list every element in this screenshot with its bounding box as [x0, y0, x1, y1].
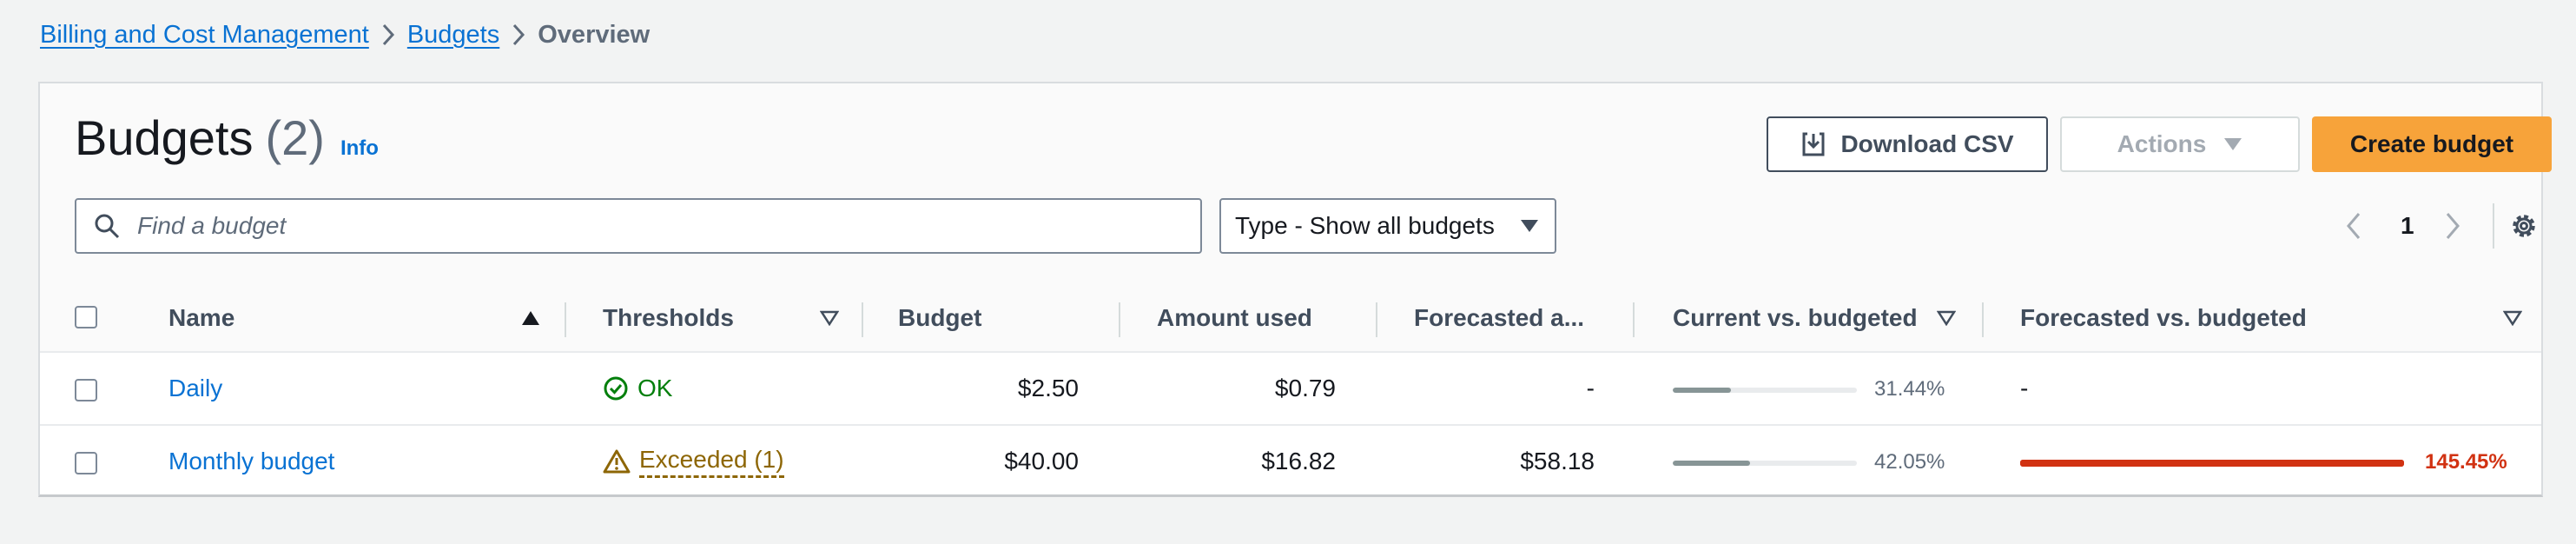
threshold-label: Exceeded (1): [639, 446, 784, 478]
threshold-status[interactable]: Exceeded (1): [603, 426, 784, 497]
column-header-forecasted-amount[interactable]: Forecasted a...: [1414, 285, 1584, 351]
breadcrumb: Billing and Cost Management Budgets Over…: [40, 17, 650, 52]
forecast-progress-bar: [2020, 460, 2404, 467]
select-all-checkbox[interactable]: [75, 306, 97, 328]
forecast-percentage: 145.45%: [2425, 450, 2507, 474]
column-divider: [565, 302, 566, 337]
chevron-left-icon: [2347, 213, 2361, 239]
column-header-name[interactable]: Name: [168, 285, 234, 351]
chevron-right-icon: [499, 17, 538, 52]
budget-amount: $2.50: [1017, 375, 1079, 401]
column-header-forecasted-vs-budgeted[interactable]: Forecasted vs. budgeted: [2020, 285, 2307, 351]
sort-ascending-icon[interactable]: [521, 285, 540, 351]
page-title: Budgets (2) Info: [75, 109, 379, 166]
forecast-progress-fill: [2020, 460, 2404, 467]
budget-count: (2): [265, 110, 325, 165]
budget-name-link[interactable]: Daily: [168, 375, 222, 402]
title-text: Budgets: [75, 110, 254, 165]
column-divider: [862, 302, 863, 337]
breadcrumb-budgets-link[interactable]: Budgets: [407, 21, 499, 50]
actions-label: Actions: [2117, 130, 2207, 157]
search-icon: [95, 214, 120, 239]
amount-used: $0.79: [1274, 375, 1336, 401]
threshold-status: OK: [603, 353, 672, 424]
column-divider: [1376, 302, 1377, 337]
current-progress-bar: [1673, 461, 1857, 466]
budget-amount: $40.00: [1004, 448, 1079, 474]
forecasted-amount: -: [1586, 375, 1595, 401]
type-filter-value: Type - Show all budgets: [1235, 212, 1495, 239]
row-checkbox[interactable]: [75, 379, 97, 401]
column-header-current-vs-budgeted[interactable]: Current vs. budgeted: [1673, 285, 1918, 351]
info-link[interactable]: Info: [340, 136, 379, 161]
create-budget-label: Create budget: [2349, 130, 2514, 157]
download-icon: [1802, 132, 1825, 156]
row-checkbox[interactable]: [75, 452, 97, 474]
type-filter-select[interactable]: Type - Show all budgets: [1219, 198, 1556, 254]
gear-icon: [2513, 215, 2535, 237]
column-header-amount-used[interactable]: Amount used: [1157, 285, 1312, 351]
next-page-button[interactable]: [2442, 198, 2463, 254]
create-budget-button[interactable]: Create budget: [2312, 116, 2552, 172]
download-csv-button[interactable]: Download CSV: [1767, 116, 2048, 172]
caret-down-icon: [2224, 138, 2242, 150]
amount-used: $16.82: [1261, 448, 1336, 474]
current-progress-fill: [1673, 388, 1731, 393]
chevron-right-icon: [2446, 213, 2460, 239]
forecast-percentage: -: [2020, 375, 2029, 401]
column-divider: [1982, 302, 1984, 337]
column-divider: [1119, 302, 1120, 337]
budgets-table-container: Budgets (2) Info Download CSV Actions Cr…: [38, 82, 2552, 499]
pager-divider: [2493, 203, 2494, 249]
sort-icon[interactable]: [1937, 285, 1956, 351]
budget-name-link[interactable]: Monthly budget: [168, 448, 334, 475]
page-number-button[interactable]: 1: [2401, 198, 2414, 254]
threshold-label: OK: [637, 375, 673, 401]
current-percentage: 31.44%: [1874, 377, 1945, 401]
column-header-thresholds[interactable]: Thresholds: [603, 285, 734, 351]
preferences-button[interactable]: [2508, 198, 2540, 254]
table-header-row: Name Thresholds Budget Amount used Forec…: [40, 285, 2541, 353]
warning-icon: [603, 448, 631, 474]
table-header-area: Budgets (2) Info Download CSV Actions Cr…: [40, 83, 2552, 287]
check-circle-icon: [603, 375, 629, 401]
actions-button[interactable]: Actions: [2060, 116, 2300, 172]
current-progress-bar: [1673, 388, 1857, 393]
column-header-budget[interactable]: Budget: [898, 285, 981, 351]
previous-page-button[interactable]: [2343, 198, 2364, 254]
table-row: Daily OK $2.50 $0.79 - 31.44% -: [40, 353, 2541, 426]
forecasted-amount: $58.18: [1520, 448, 1595, 474]
sort-icon[interactable]: [2503, 285, 2522, 351]
download-csv-label: Download CSV: [1840, 130, 2014, 157]
breadcrumb-current: Overview: [538, 20, 651, 49]
table-row: Monthly budget Exceeded (1) $40.00 $16.8…: [40, 426, 2541, 499]
column-divider: [1633, 302, 1635, 337]
sort-icon[interactable]: [820, 285, 839, 351]
current-percentage: 42.05%: [1874, 450, 1945, 474]
search-input[interactable]: [135, 211, 1164, 241]
current-progress-fill: [1673, 461, 1751, 466]
search-field[interactable]: [75, 198, 1202, 254]
caret-down-icon: [1521, 220, 1538, 232]
chevron-right-icon: [369, 17, 407, 52]
breadcrumb-billing-link[interactable]: Billing and Cost Management: [40, 21, 369, 50]
